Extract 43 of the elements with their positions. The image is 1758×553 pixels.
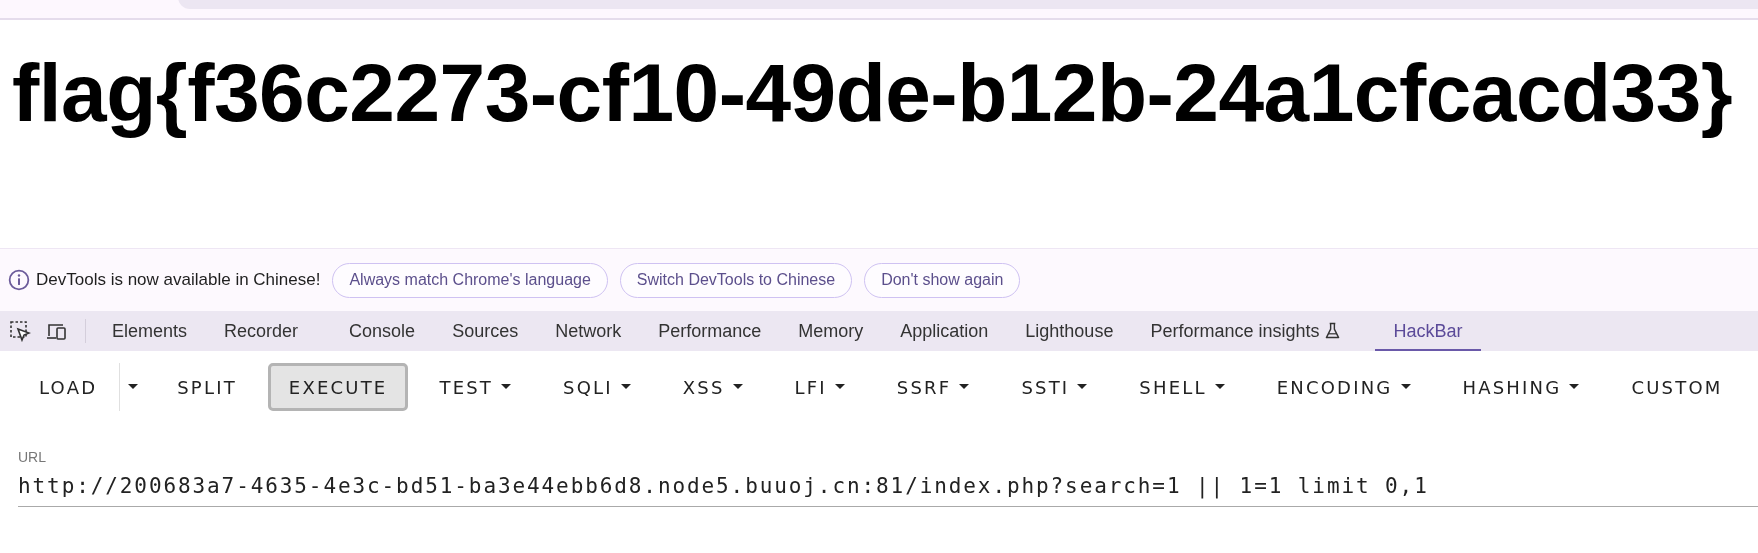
hackbar-menu-button[interactable]: XSS — [661, 363, 764, 411]
caret-icon — [128, 384, 139, 390]
hackbar-button[interactable]: CUSTOM — [1610, 363, 1744, 411]
devtools-tab[interactable]: Application — [882, 311, 1007, 351]
hackbar-menu-button[interactable]: HASHING — [1441, 363, 1601, 411]
devtools-tab[interactable]: Lighthouse — [1007, 311, 1132, 351]
notice-button[interactable]: Always match Chrome's language — [332, 262, 608, 298]
hackbar-menu-button[interactable]: SQLI — [542, 363, 652, 411]
url-label: URL — [18, 449, 46, 465]
info-icon — [8, 269, 30, 291]
caret-icon — [501, 384, 512, 390]
notice-button[interactable]: Switch DevTools to Chinese — [619, 262, 853, 298]
hackbar-button[interactable]: SPLIT — [156, 363, 258, 411]
caret-icon — [834, 384, 845, 390]
caret-icon — [620, 384, 631, 390]
hackbar-menu-button[interactable]: SSTI — [1000, 363, 1109, 411]
devtools-tab[interactable]: Sources — [434, 311, 537, 351]
devtools-tab[interactable]: Recorder — [206, 311, 317, 351]
notice-button[interactable]: Don't show again — [864, 262, 1021, 298]
devtools-tab[interactable]: Elements — [94, 311, 206, 351]
hackbar-menu-button[interactable]: LFI — [773, 363, 866, 411]
inspect-element-icon[interactable] — [9, 320, 31, 342]
caret-icon — [1214, 384, 1225, 390]
notice-message: DevTools is now available in Chinese! — [36, 270, 321, 290]
hackbar-menu-button[interactable]: ENCODING — [1255, 363, 1432, 411]
caret-icon — [1400, 384, 1411, 390]
devtools-tab[interactable]: Network — [537, 311, 640, 351]
hackbar-menu-button[interactable]: TEST — [418, 363, 533, 411]
caret-icon — [732, 384, 743, 390]
devtools-tab[interactable]: Console — [331, 311, 434, 351]
url-field[interactable]: http://200683a7-4635-4e3c-bd51-ba3e44ebb6d8.node5.buuoj.cn:81/index.php?search=1 || 1=1 limit 0,1 — [18, 474, 1758, 507]
caret-icon — [1077, 384, 1088, 390]
hackbar-button[interactable]: EXECUTE — [267, 363, 409, 411]
caret-icon — [1569, 384, 1580, 390]
devtools-tab[interactable]: Performance — [640, 311, 780, 351]
load-button[interactable]: LOAD — [18, 363, 119, 411]
flag-heading: flag{f36c2273-cf10-49de-b12b-24a1cfcacd33} — [12, 46, 1733, 140]
devtools-tab[interactable]: Performance insights — [1132, 311, 1359, 351]
devtools-tab[interactable]: HackBar — [1375, 311, 1481, 351]
hackbar-menu-button[interactable]: SSRF — [875, 363, 991, 411]
devtools-tab[interactable]: Memory — [780, 311, 882, 351]
hackbar-menu-button[interactable]: SHELL — [1118, 363, 1246, 411]
caret-icon — [959, 384, 970, 390]
